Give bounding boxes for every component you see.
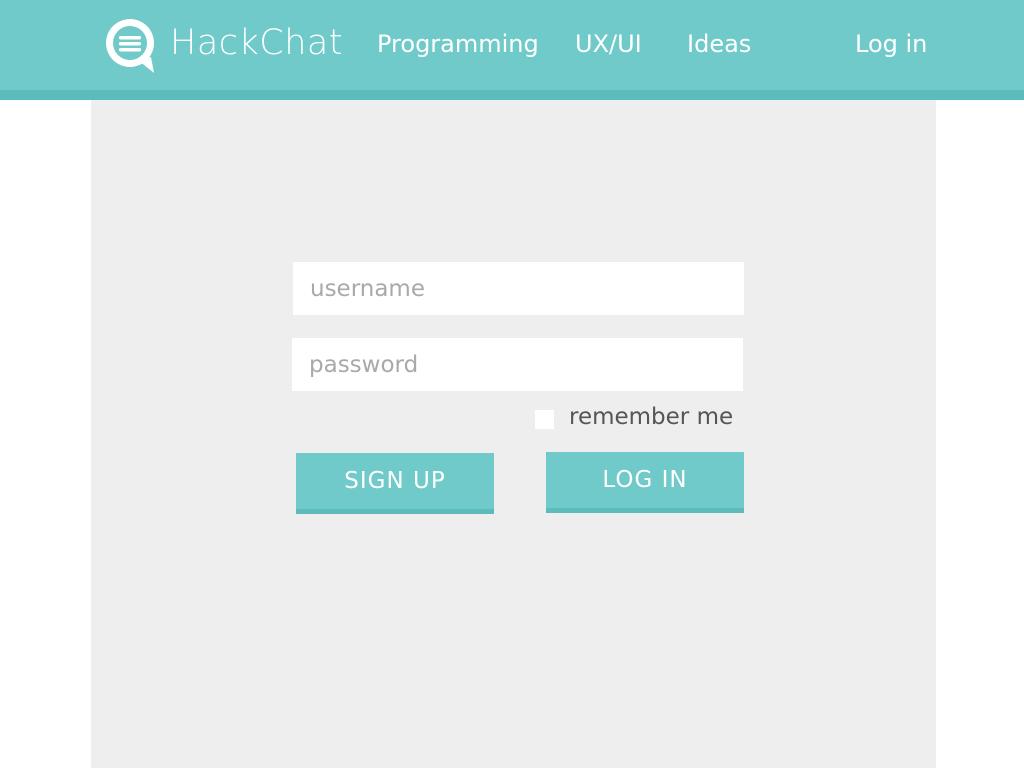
top-nav-bar: HackChat Programming UX/UI Ideas Log in <box>0 0 1024 100</box>
nav-item-ideas[interactable]: Ideas <box>687 30 751 58</box>
password-input[interactable] <box>292 338 743 391</box>
nav-item-programming[interactable]: Programming <box>377 30 539 58</box>
remember-me-checkbox[interactable] <box>535 410 554 429</box>
remember-me-label[interactable]: remember me <box>569 404 733 430</box>
username-input[interactable] <box>293 262 744 315</box>
login-panel: remember me SIGN UP LOG IN <box>91 100 936 768</box>
sign-up-button[interactable]: SIGN UP <box>296 453 494 514</box>
brand-name[interactable]: HackChat <box>170 23 343 63</box>
chat-bubble-menu-icon[interactable] <box>103 15 159 75</box>
login-link[interactable]: Log in <box>855 30 927 58</box>
nav-item-uxui[interactable]: UX/UI <box>575 30 642 58</box>
log-in-button[interactable]: LOG IN <box>546 452 744 513</box>
